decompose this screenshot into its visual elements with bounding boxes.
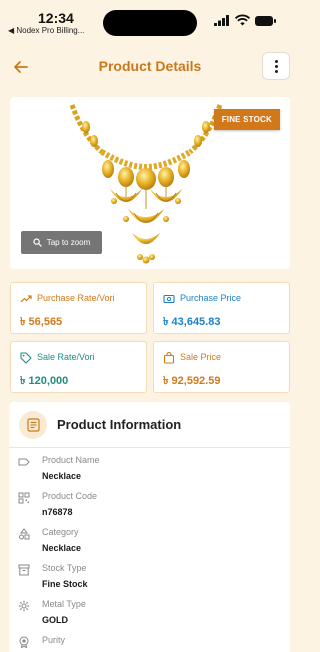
field-value: Necklace xyxy=(42,471,82,481)
zoom-icon xyxy=(33,238,42,247)
field-product-name: Product Name Necklace xyxy=(9,454,290,490)
purchase-rate-card: Purchase Rate/Vori ৳ 56,565 xyxy=(10,282,147,334)
label-icon xyxy=(18,458,30,466)
document-icon xyxy=(19,411,47,439)
product-image-card[interactable]: FINE STOCK Tap to zoom xyxy=(10,97,290,269)
purchase-price-value: ৳ 43,645.83 xyxy=(163,316,221,328)
sale-price-label: Sale Price xyxy=(180,352,222,362)
purchase-rate-label: Purchase Rate/Vori xyxy=(37,293,115,303)
qr-code-icon xyxy=(18,492,30,504)
field-label: Stock Type xyxy=(42,563,87,573)
sale-rate-card: Sale Rate/Vori ৳ 120,000 xyxy=(10,341,147,393)
status-bar: 12:34 ◀ Nodex Pro Billing... xyxy=(0,0,300,40)
tag-icon xyxy=(20,352,32,364)
sale-price-value: ৳ 92,592.59 xyxy=(163,375,221,387)
field-label: Category xyxy=(42,527,79,537)
sale-price-card: Sale Price ৳ 92,592.59 xyxy=(153,341,290,393)
field-label: Product Name xyxy=(42,455,100,465)
more-options-button[interactable] xyxy=(262,52,290,80)
purchase-price-card: Purchase Price ৳ 43,645.83 xyxy=(153,282,290,334)
field-metal-type: Metal Type GOLD xyxy=(9,598,290,634)
app-header: Product Details xyxy=(0,44,300,90)
field-purity: Purity xyxy=(9,634,290,652)
field-value: GOLD xyxy=(42,615,68,625)
verified-badge-icon xyxy=(19,636,29,648)
field-label: Product Code xyxy=(42,491,98,501)
product-info-title: Product Information xyxy=(57,417,182,432)
back-to-app-link[interactable]: ◀ Nodex Pro Billing... xyxy=(8,26,84,35)
battery-icon xyxy=(255,16,276,26)
stock-type-badge: FINE STOCK xyxy=(213,109,280,130)
wifi-icon xyxy=(235,14,250,26)
inventory-icon xyxy=(18,564,30,576)
signal-icon xyxy=(214,15,229,26)
shopping-bag-icon xyxy=(163,352,175,364)
field-value: Fine Stock xyxy=(42,579,88,589)
money-icon xyxy=(163,294,175,304)
more-vertical-icon xyxy=(274,59,278,63)
trending-up-icon xyxy=(20,295,32,303)
dynamic-island xyxy=(103,10,197,36)
sale-rate-label: Sale Rate/Vori xyxy=(37,352,95,362)
field-value: Necklace xyxy=(42,543,82,553)
tap-to-zoom-button[interactable]: Tap to zoom xyxy=(21,231,102,254)
category-icon xyxy=(19,528,30,540)
page-title: Product Details xyxy=(98,58,202,74)
sale-rate-value: ৳ 120,000 xyxy=(20,375,69,387)
field-product-code: Product Code n76878 xyxy=(9,490,290,526)
field-label: Purity xyxy=(42,635,66,645)
field-value: n76878 xyxy=(42,507,73,517)
zoom-label: Tap to zoom xyxy=(46,238,91,247)
purchase-price-label: Purchase Price xyxy=(180,293,242,303)
purchase-rate-value: ৳ 56,565 xyxy=(20,316,63,328)
field-category: Category Necklace xyxy=(9,526,290,562)
status-time: 12:34 xyxy=(38,10,74,26)
product-info-card: Product Information Product Name Necklac… xyxy=(9,402,290,652)
field-stock-type: Stock Type Fine Stock xyxy=(9,562,290,598)
gear-icon xyxy=(18,600,30,612)
section-divider xyxy=(9,447,290,448)
field-label: Metal Type xyxy=(42,599,86,609)
